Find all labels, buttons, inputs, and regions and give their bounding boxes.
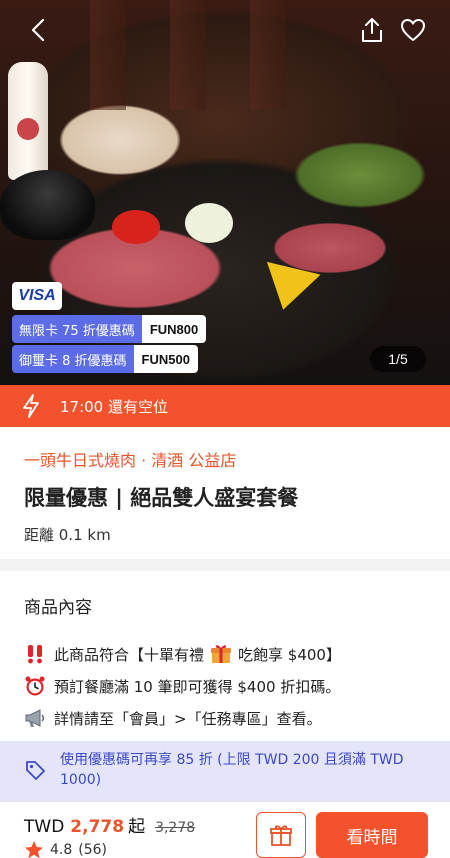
content-line: 預訂餐廳滿 10 筆即可獲得 $400 折扣碼。 (24, 675, 340, 697)
original-price: 3,278 (155, 820, 196, 836)
check-time-button[interactable]: 看時間 (316, 812, 428, 858)
lightning-icon (22, 393, 44, 419)
product-info: 一頭牛日式燒肉 · 清酒 公益店 限量優惠 | 絕品雙人盛宴套餐 距離 0.1 … (0, 427, 450, 559)
distance-text: 距離 0.1 km (24, 526, 111, 544)
rating: 4.8 (56) (24, 840, 107, 858)
yellow-pepper (254, 258, 320, 318)
gift-button[interactable] (256, 812, 306, 858)
currency: TWD (24, 817, 65, 837)
restaurant-link[interactable]: 一頭牛日式燒肉 · 清酒 公益店 (24, 447, 236, 471)
promo-badge-infinite[interactable]: 無限卡 75 折優惠碼 FUN800 (12, 315, 207, 343)
bottom-bar: TWD 2,778 起 3,278 4.8 (56) 看時間 (0, 801, 450, 858)
product-title: 限量優惠 | 絕品雙人盛宴套餐 (24, 486, 299, 510)
promo-code: FUN800 (141, 315, 207, 343)
content-line: 詳情請至「會員」>「任務專區」查看。 (24, 707, 322, 729)
star-icon (24, 840, 44, 858)
back-icon[interactable] (24, 15, 52, 45)
hero-image[interactable]: VISA 無限卡 75 折優惠碼 FUN800 御璽卡 8 折優惠碼 FUN50… (0, 0, 450, 385)
coupon-text: 使用優惠碼可再享 85 折 (上限 TWD 200 且須滿 TWD 1000) (60, 752, 404, 788)
availability-text: 17:00 還有空位 (60, 397, 168, 416)
alarm-clock-icon (24, 675, 46, 697)
double-exclamation-icon (24, 643, 46, 665)
gift-icon (270, 825, 292, 846)
gift-emoji-icon (210, 643, 232, 665)
promo-label: 御璽卡 8 折優惠碼 (12, 345, 134, 373)
section-title: 商品內容 (24, 598, 92, 618)
image-counter: 1/5 (370, 346, 426, 372)
bull-logo (17, 118, 39, 140)
onion (185, 203, 233, 243)
tag-icon (24, 759, 46, 781)
content-line: 此商品符合【十單有禮 吃飽享 $400】 (24, 643, 341, 665)
price-block: TWD 2,778 起 3,278 (24, 812, 195, 837)
review-count: (56) (78, 842, 108, 858)
wood-panel (250, 0, 286, 110)
coupon-notice[interactable]: 使用優惠碼可再享 85 折 (上限 TWD 200 且須滿 TWD 1000) (0, 741, 450, 801)
content-text: 詳情請至「會員」>「任務專區」查看。 (54, 709, 322, 728)
visa-logo: VISA (12, 282, 62, 310)
content-text: 預訂餐廳滿 10 筆即可獲得 $400 折扣碼。 (54, 677, 341, 696)
price: 2,778 (70, 817, 125, 837)
megaphone-icon (24, 707, 46, 729)
price-suffix: 起 (128, 817, 146, 837)
rating-value: 4.8 (50, 842, 73, 858)
tomato (112, 210, 160, 244)
rice-bowl (0, 170, 95, 240)
content-text: 吃飽享 $400】 (238, 645, 341, 664)
promo-code: FUN500 (133, 345, 198, 373)
content-text: 此商品符合【十單有禮 (54, 645, 205, 664)
wood-panel (90, 0, 126, 110)
promo-label: 無限卡 75 折優惠碼 (12, 315, 142, 343)
share-icon[interactable] (358, 15, 386, 45)
heart-icon[interactable] (398, 15, 428, 45)
promo-badge-signature[interactable]: 御璽卡 8 折優惠碼 FUN500 (12, 345, 198, 373)
availability-bar[interactable]: 17:00 還有空位 (0, 385, 450, 427)
wood-panel (170, 0, 206, 110)
